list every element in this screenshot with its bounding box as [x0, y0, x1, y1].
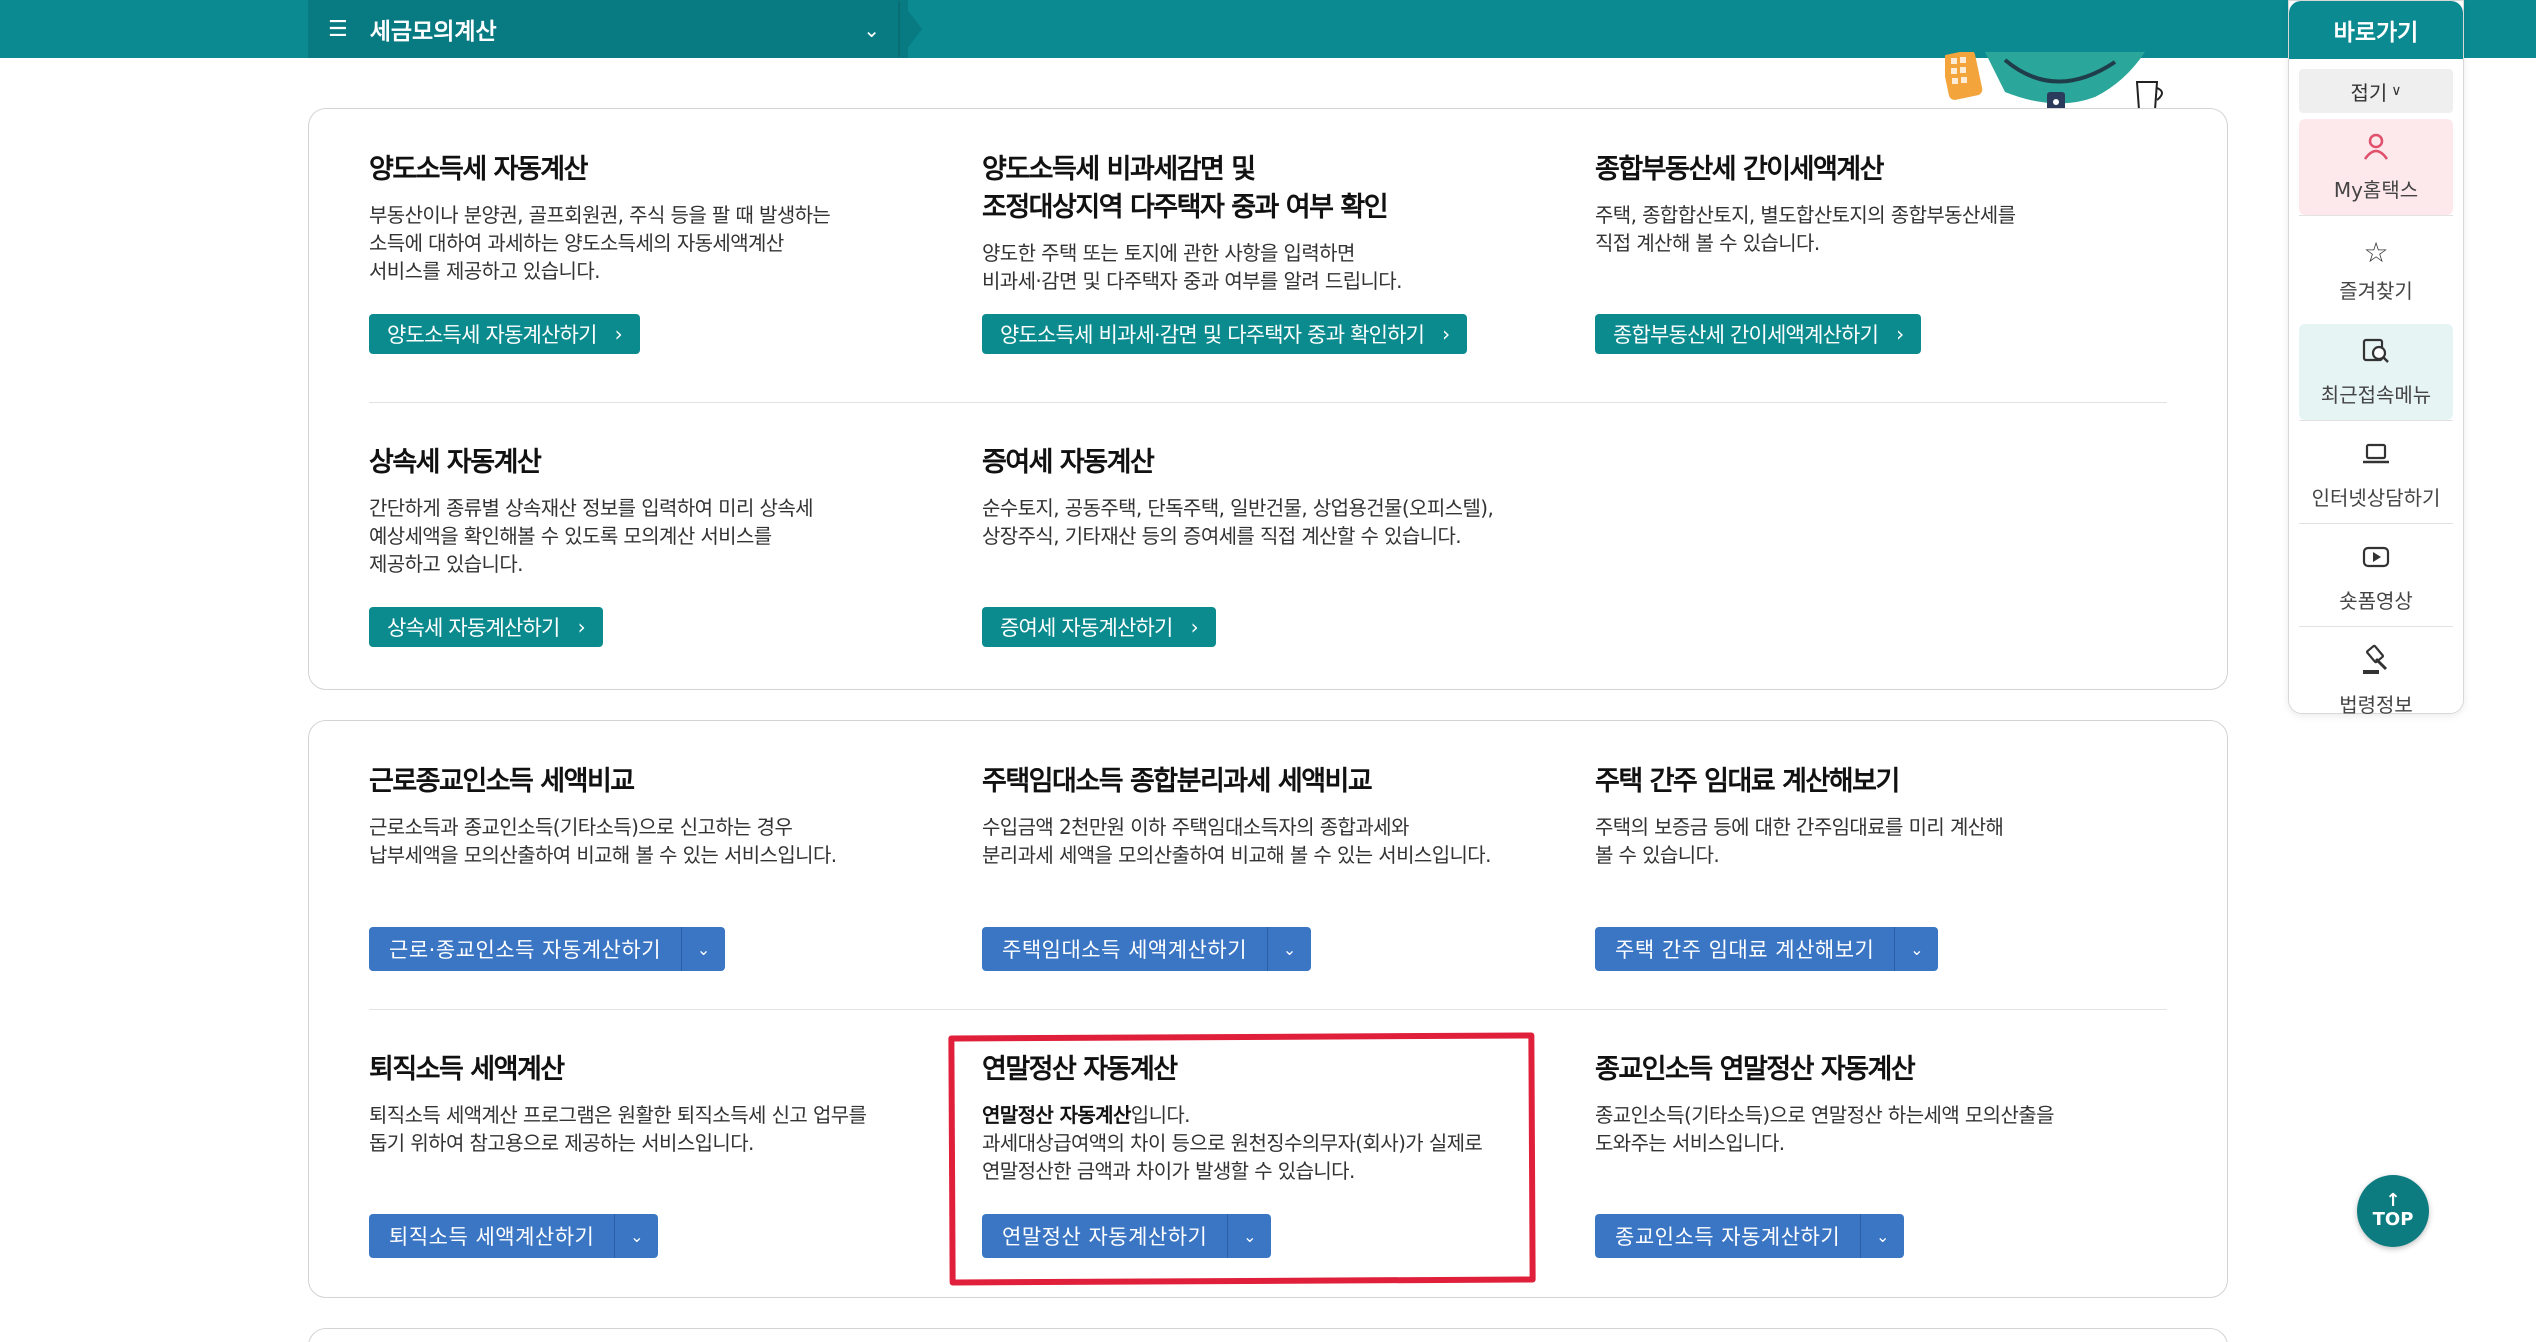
- quick-links-header: 바로가기: [2289, 1, 2463, 59]
- item-description: 양도한 주택 또는 토지에 관한 사항을 입력하면 비과세·감면 및 다주택자 …: [982, 241, 1402, 293]
- gift-tax-button[interactable]: 증여세 자동계산하기 ›: [982, 607, 1216, 647]
- chevron-down-icon[interactable]: ⌄: [681, 927, 726, 971]
- item-description: 주택의 보증금 등에 대한 간주임대료를 미리 계산해 볼 수 있습니다.: [1595, 815, 2004, 867]
- recent-search-icon: [2361, 336, 2391, 373]
- item-description: 수입금액 2천만원 이하 주택임대소득자의 종합과세와 분리과세 세액을 모의산…: [982, 815, 1491, 867]
- item-capital-gains: 양도소득세 자동계산 부동산이나 분양권, 골프회원권, 주식 등을 팔 때 발…: [369, 151, 929, 285]
- chevron-down-icon[interactable]: ⌄: [1860, 1214, 1905, 1258]
- capital-gains-calc-button[interactable]: 양도소득세 자동계산하기 ›: [369, 314, 640, 354]
- item-capital-gains-exemption: 양도소득세 비과세감면 및 조정대상지역 다주택자 중과 여부 확인 양도한 주…: [982, 151, 1542, 295]
- scroll-to-top-button[interactable]: ↑ TOP: [2357, 1175, 2429, 1247]
- play-icon: [2361, 542, 2391, 579]
- deemed-rent-calc-button[interactable]: 주택 간주 임대료 계산해보기 ⌄: [1595, 927, 1939, 971]
- item-description: 퇴직소득 세액계산 프로그램은 원활한 퇴직소득세 신고 업무를 돕기 위하여 …: [369, 1103, 867, 1155]
- chevron-down-icon: ⌄: [863, 18, 880, 42]
- breadcrumb-arrow: [900, 0, 922, 58]
- item-rental-income: 주택임대소득 종합분리과세 세액비교 수입금액 2천만원 이하 주택임대소득자의…: [982, 763, 1582, 869]
- item-description: 주택, 종합합산토지, 별도합산토지의 종합부동산세를 직접 계산해 볼 수 있…: [1595, 203, 2016, 255]
- item-description: 순수토지, 공동주택, 단독주택, 일반건물, 상업용건물(오피스텔), 상장주…: [982, 496, 1494, 548]
- gavel-icon: [2360, 644, 2392, 683]
- item-description: 간단하게 종류별 상속재산 정보를 입력하여 미리 상속세 예상세액을 확인해볼…: [369, 496, 814, 576]
- item-title: 종합부동산세 간이세액계산: [1595, 154, 1884, 185]
- row-divider: [369, 1009, 2167, 1010]
- quick-item-law-info[interactable]: 법령정보: [2299, 633, 2453, 729]
- quick-item-online-consult[interactable]: 인터넷상담하기: [2299, 427, 2453, 523]
- item-title: 근로종교인소득 세액비교: [369, 766, 635, 797]
- item-title: 종교인소득 연말정산 자동계산: [1595, 1054, 1916, 1085]
- item-religious-year-end: 종교인소득 연말정산 자동계산 종교인소득(기타소득)으로 연말정산 하는세액 …: [1595, 1051, 2155, 1157]
- rental-income-calc-button[interactable]: 주택임대소득 세액계산하기 ⌄: [982, 927, 1312, 971]
- capital-gains-exemption-button[interactable]: 양도소득세 비과세·감면 및 다주택자 중과 확인하기 ›: [982, 314, 1468, 354]
- item-title: 주택임대소득 종합분리과세 세액비교: [982, 766, 1373, 797]
- chevron-right-icon: ›: [577, 615, 586, 639]
- item-comprehensive-property-tax: 종합부동산세 간이세액계산 주택, 종합합산토지, 별도합산토지의 종합부동산세…: [1595, 151, 2155, 257]
- chevron-right-icon: ›: [1442, 322, 1450, 346]
- hamburger-icon: ☰: [328, 16, 348, 42]
- retirement-income-calc-button[interactable]: 퇴직소득 세액계산하기 ⌄: [369, 1214, 659, 1258]
- laptop-icon: [2361, 439, 2391, 476]
- item-title: 퇴직소득 세액계산: [369, 1054, 565, 1085]
- item-description: 부동산이나 분양권, 골프회원권, 주식 등을 팔 때 발생하는 소득에 대하여…: [369, 203, 831, 283]
- chevron-right-icon: ›: [1896, 322, 1904, 346]
- chevron-down-icon[interactable]: ⌄: [614, 1214, 659, 1258]
- item-gift-tax: 증여세 자동계산 순수토지, 공동주택, 단독주택, 일반건물, 상업용건물(오…: [982, 444, 1582, 550]
- quick-item-short-video[interactable]: 숏폼영상: [2299, 530, 2453, 626]
- chevron-down-icon[interactable]: ⌄: [1267, 927, 1312, 971]
- user-icon: [2361, 131, 2391, 168]
- item-inheritance-tax: 상속세 자동계산 간단하게 종류별 상속재산 정보를 입력하여 미리 상속세 예…: [369, 444, 929, 578]
- quick-item-recent-menu[interactable]: 최근접속메뉴: [2299, 324, 2453, 420]
- top-navigation-bar: ☰ 세금모의계산 ⌄: [0, 0, 2536, 58]
- worker-religious-calc-button[interactable]: 근로·종교인소득 자동계산하기 ⌄: [369, 927, 726, 971]
- divider: [2299, 523, 2453, 524]
- chevron-down-icon: ∨: [2391, 83, 2402, 99]
- item-title: 주택 간주 임대료 계산해보기: [1595, 766, 1900, 797]
- arrow-up-icon: ↑: [2385, 1189, 2401, 1211]
- item-description: 종교인소득(기타소득)으로 연말정산 하는세액 모의산출을 도와주는 서비스입니…: [1595, 1103, 2054, 1155]
- fold-button[interactable]: 접기 ∨: [2299, 69, 2453, 113]
- religious-year-end-calc-button[interactable]: 종교인소득 자동계산하기 ⌄: [1595, 1214, 1905, 1258]
- star-icon: ☆: [2363, 236, 2389, 269]
- divider: [2299, 215, 2453, 216]
- inheritance-tax-button[interactable]: 상속세 자동계산하기 ›: [369, 607, 603, 647]
- chevron-right-icon: ›: [614, 322, 623, 346]
- chevron-right-icon: ›: [1190, 615, 1199, 639]
- quick-links-panel: 바로가기 접기 ∨ My홈택스 ☆ 즐겨찾기 최근접속메뉴 인터넷상담하기 숏폼영…: [2288, 0, 2464, 717]
- divider: [2299, 626, 2453, 627]
- item-retirement-income: 퇴직소득 세액계산 퇴직소득 세액계산 프로그램은 원활한 퇴직소득세 신고 업…: [369, 1051, 929, 1157]
- quick-item-favorites[interactable]: ☆ 즐겨찾기: [2299, 222, 2453, 318]
- item-title: 양도소득세 자동계산: [369, 154, 588, 185]
- next-card-partial: [308, 1328, 2228, 1342]
- divider: [2299, 420, 2453, 421]
- highlight-box: [948, 1032, 1536, 1286]
- row-divider: [369, 402, 2167, 403]
- item-title: 상속세 자동계산: [369, 447, 542, 478]
- item-description: 근로소득과 종교인소득(기타소득)으로 신고하는 경우 납부세액을 모의산출하여…: [369, 815, 837, 867]
- comprehensive-property-tax-button[interactable]: 종합부동산세 간이세액계산하기 ›: [1595, 314, 1922, 354]
- item-deemed-rent: 주택 간주 임대료 계산해보기 주택의 보증금 등에 대한 간주임대료를 미리 …: [1595, 763, 2155, 869]
- menu-dropdown[interactable]: ☰ 세금모의계산 ⌄: [308, 0, 908, 58]
- item-title: 증여세 자동계산: [982, 447, 1155, 478]
- item-title: 양도소득세 비과세감면 및 조정대상지역 다주택자 중과 여부 확인: [982, 154, 1389, 223]
- menu-title: 세금모의계산: [369, 19, 497, 45]
- item-worker-religious-income: 근로종교인소득 세액비교 근로소득과 종교인소득(기타소득)으로 신고하는 경우…: [369, 763, 929, 869]
- quick-item-my-hometax[interactable]: My홈택스: [2299, 119, 2453, 215]
- chevron-down-icon[interactable]: ⌄: [1894, 927, 1939, 971]
- tax-calculator-card-1: 양도소득세 자동계산 부동산이나 분양권, 골프회원권, 주식 등을 팔 때 발…: [308, 108, 2228, 690]
